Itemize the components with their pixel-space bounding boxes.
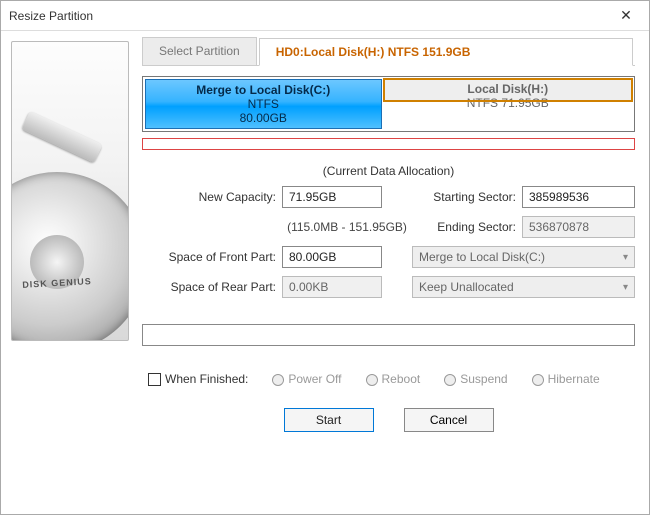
- finish-option-reboot[interactable]: Reboot: [366, 372, 421, 386]
- label-new-capacity: New Capacity:: [142, 190, 282, 204]
- capacity-range-hint: (115.0MB - 151.95GB): [282, 220, 412, 234]
- label-space-front: Space of Front Part:: [142, 250, 282, 264]
- partition-block-merge-c[interactable]: Merge to Local Disk(C:) NTFS 80.00GB: [145, 79, 382, 129]
- dialog-buttons: Start Cancel: [142, 408, 635, 432]
- label-starting-sector: Starting Sector:: [412, 190, 522, 204]
- label-space-rear: Space of Rear Part:: [142, 280, 282, 294]
- allocation-label: (Current Data Allocation): [142, 164, 635, 178]
- when-finished-row: When Finished: Power Off Reboot Suspend …: [142, 372, 635, 386]
- space-rear-input: [282, 276, 382, 298]
- front-target-value: Merge to Local Disk(C:): [419, 250, 545, 264]
- chevron-down-icon: ▾: [623, 282, 628, 293]
- start-button[interactable]: Start: [284, 408, 374, 432]
- tab-bar: Select Partition HD0:Local Disk(H:) NTFS…: [142, 37, 635, 66]
- partition-fs: NTFS: [248, 97, 279, 111]
- cancel-button[interactable]: Cancel: [404, 408, 494, 432]
- starting-sector-input[interactable]: [522, 186, 635, 208]
- rear-target-value: Keep Unallocated: [419, 280, 514, 294]
- resize-slider[interactable]: [142, 138, 635, 150]
- tab-select-partition[interactable]: Select Partition: [142, 37, 257, 65]
- new-capacity-input[interactable]: [282, 186, 382, 208]
- finish-option-hibernate[interactable]: Hibernate: [532, 372, 600, 386]
- sidebar: DISK GENIUS: [1, 31, 136, 514]
- progress-bar: [142, 324, 635, 346]
- partition-title: Local Disk(H:): [467, 82, 548, 96]
- allocation-form: New Capacity: Starting Sector: (115.0MB …: [142, 186, 635, 298]
- partition-title: Merge to Local Disk(C:): [196, 83, 330, 97]
- partition-block-local-h[interactable]: Local Disk(H:) NTFS 71.95GB: [384, 79, 633, 101]
- titlebar: Resize Partition ✕: [1, 1, 649, 31]
- partition-sub: NTFS 71.95GB: [467, 96, 549, 110]
- partition-size: 80.00GB: [240, 111, 287, 125]
- when-finished-checkbox[interactable]: When Finished:: [148, 372, 248, 386]
- space-front-input[interactable]: [282, 246, 382, 268]
- finish-option-suspend[interactable]: Suspend: [444, 372, 507, 386]
- partition-bar[interactable]: Merge to Local Disk(C:) NTFS 80.00GB Loc…: [142, 76, 635, 132]
- label-ending-sector: Ending Sector:: [412, 220, 522, 234]
- finish-option-poweroff[interactable]: Power Off: [272, 372, 341, 386]
- close-icon[interactable]: ✕: [611, 7, 641, 24]
- front-target-select[interactable]: Merge to Local Disk(C:) ▾: [412, 246, 635, 268]
- hard-drive-illustration: DISK GENIUS: [11, 41, 129, 341]
- chevron-down-icon: ▾: [623, 252, 628, 263]
- window-title: Resize Partition: [9, 9, 93, 23]
- tab-current-partition[interactable]: HD0:Local Disk(H:) NTFS 151.9GB: [259, 38, 633, 66]
- ending-sector-input: [522, 216, 635, 238]
- rear-target-select[interactable]: Keep Unallocated ▾: [412, 276, 635, 298]
